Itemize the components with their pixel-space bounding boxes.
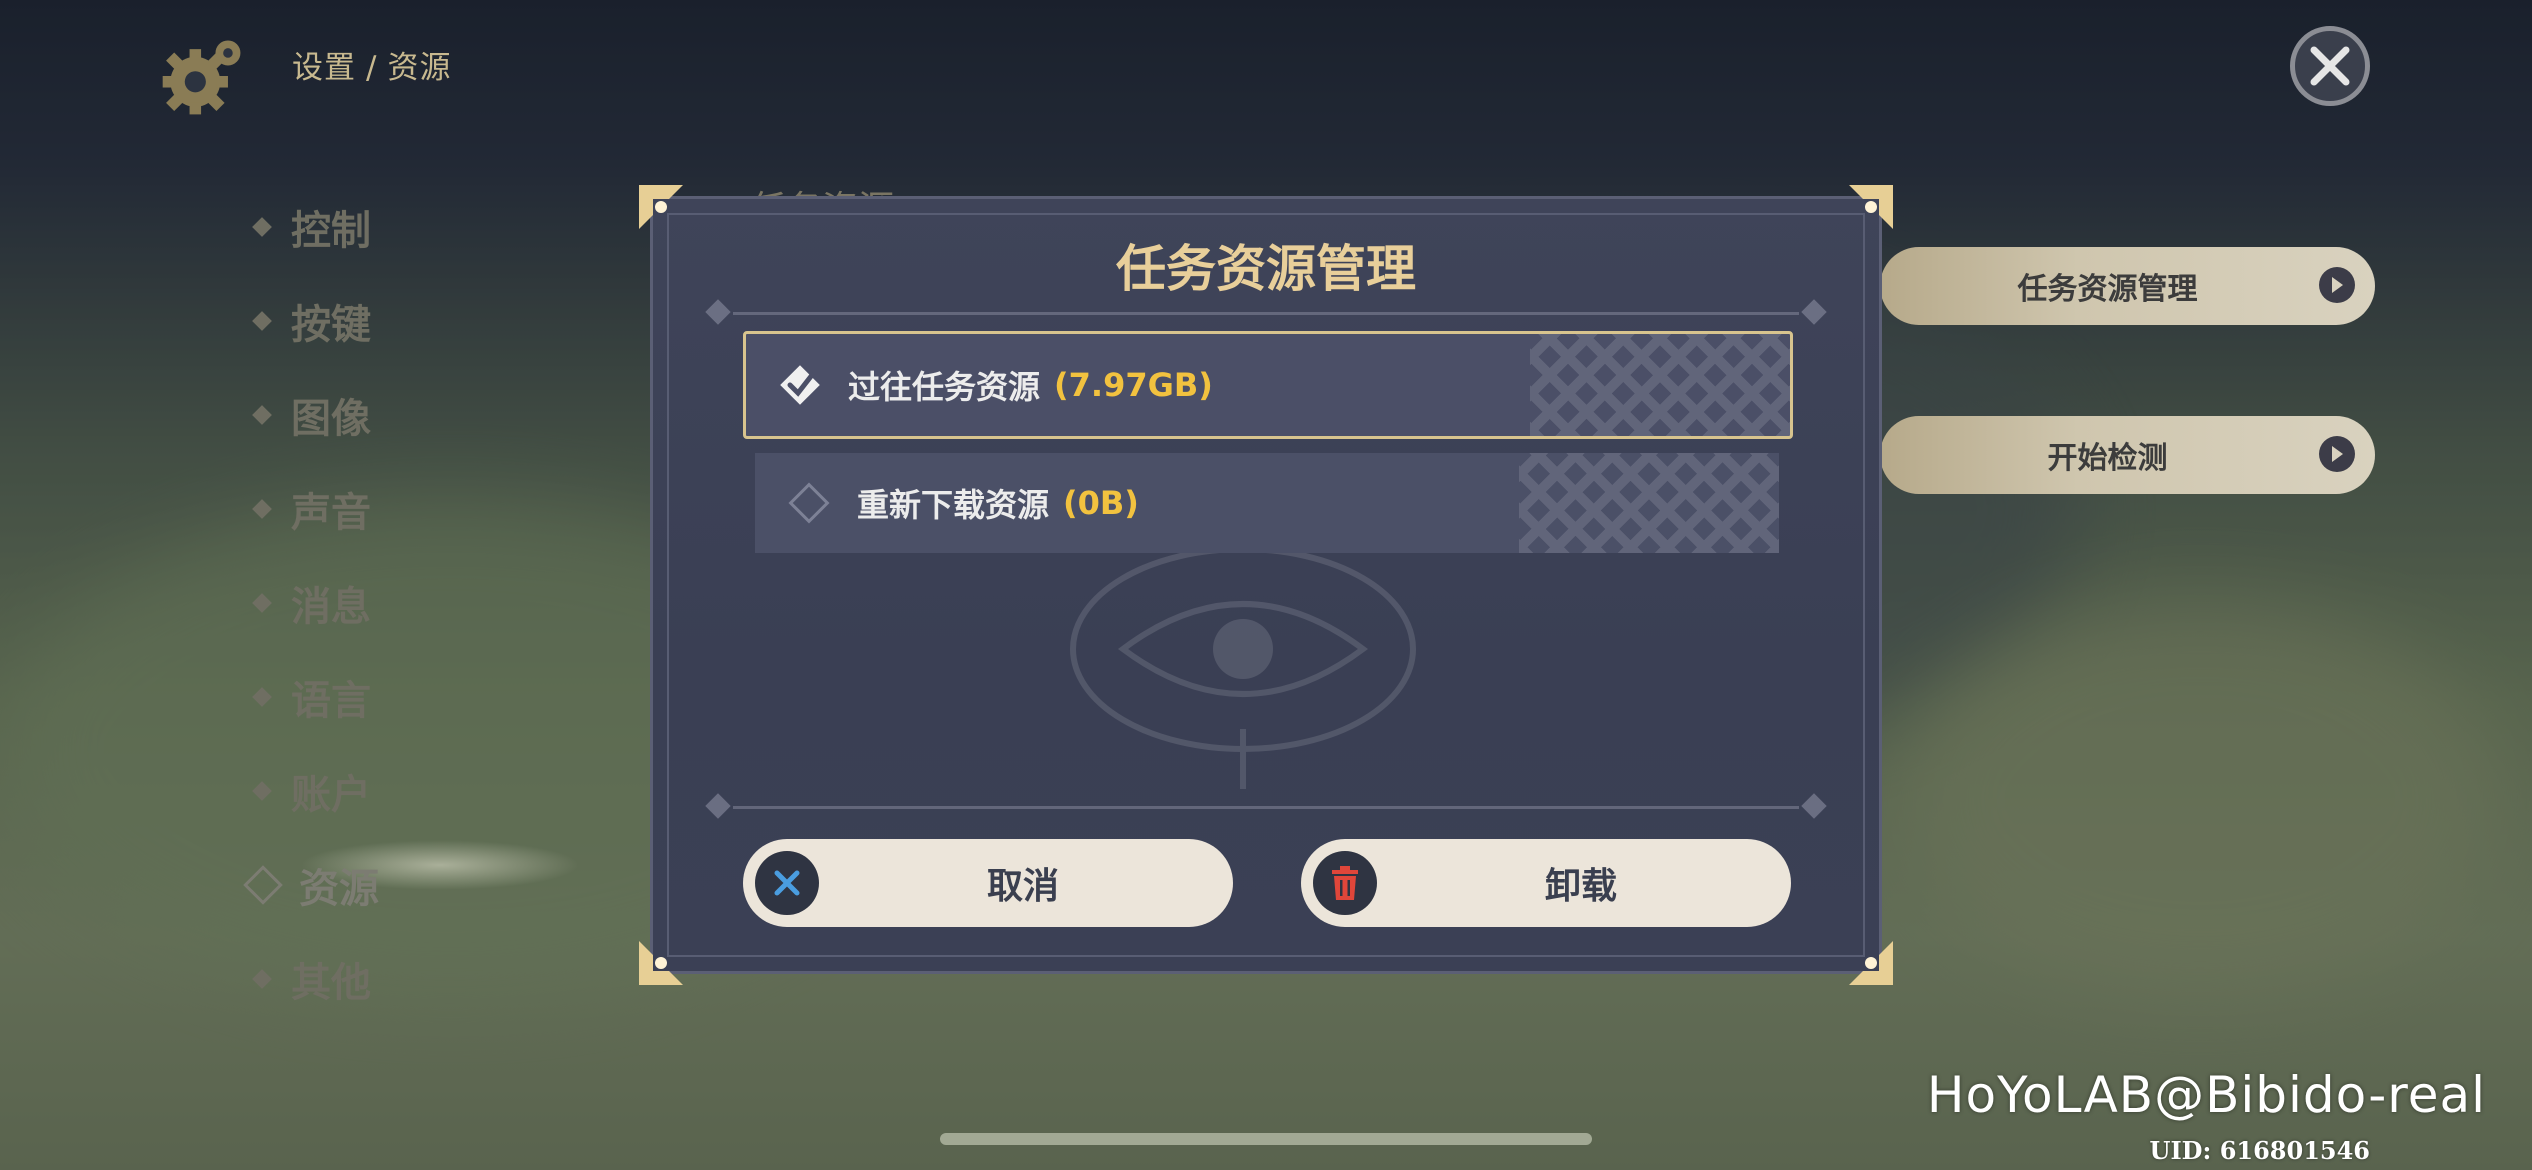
sidebar-item-label: 语言 [291, 678, 371, 724]
bullet-icon [252, 405, 272, 425]
emblem-watermark [1070, 546, 1416, 789]
sidebar-item-label: 控制 [291, 208, 371, 254]
uid-label: UID: 616801546 [2149, 1136, 2370, 1165]
checkbox-checked-icon[interactable] [776, 361, 824, 409]
arrow-right-icon [2319, 436, 2355, 472]
button-label: 开始检测 [2047, 441, 2168, 476]
trash-icon [1313, 851, 1377, 915]
bullet-icon [252, 781, 272, 801]
breadcrumb-current: 资源 [387, 50, 452, 86]
sidebar-item-keys[interactable]: 按键 [252, 274, 379, 368]
home-indicator[interactable] [940, 1133, 1592, 1145]
gear-icon [162, 40, 241, 115]
sidebar-item-audio[interactable]: 声音 [252, 462, 379, 556]
option-past-task-resources[interactable]: 过往任务资源 (7.97GB) [743, 331, 1793, 439]
sidebar-item-other[interactable]: 其他 [252, 932, 379, 1026]
sidebar-item-label: 图像 [291, 396, 371, 442]
uninstall-button[interactable]: 卸载 [1301, 839, 1791, 927]
bullet-icon [252, 311, 272, 331]
bullet-icon [252, 593, 272, 613]
watermark-handle: HoYoLAB@Bibido-real [1926, 1066, 2486, 1124]
x-icon [755, 851, 819, 915]
divider [705, 793, 1827, 819]
sidebar-item-graphics[interactable]: 图像 [252, 368, 379, 462]
button-label: 任务资源管理 [2017, 272, 2198, 307]
sidebar-item-label: 按键 [291, 302, 371, 348]
cancel-button[interactable]: 取消 [743, 839, 1233, 927]
sidebar-item-label: 声音 [291, 490, 371, 536]
option-label: 过往任务资源 [848, 368, 1041, 406]
button-label: 卸载 [1544, 866, 1617, 907]
option-redownload-resources[interactable]: 重新下载资源 (0B) [755, 453, 1779, 553]
sidebar-item-language[interactable]: 语言 [252, 650, 379, 744]
option-pattern [1519, 453, 1779, 553]
option-label: 重新下载资源 [857, 486, 1050, 524]
start-check-button[interactable]: 开始检测 [1880, 416, 2375, 494]
divider [705, 299, 1827, 325]
sidebar-item-label: 其他 [291, 960, 371, 1006]
dialog-title: 任务资源管理 [1116, 240, 1416, 298]
sidebar-item-resources[interactable]: 资源 [243, 838, 379, 932]
task-resource-manage-button[interactable]: 任务资源管理 [1880, 247, 2375, 325]
close-icon [2310, 46, 2350, 86]
button-label: 取消 [986, 866, 1059, 907]
bullet-icon [252, 969, 272, 989]
option-size: (7.97GB) [1054, 366, 1213, 404]
corner-ornament-icon [1849, 941, 1893, 985]
sidebar-item-messages[interactable]: 消息 [252, 556, 379, 650]
sidebar-item-label: 消息 [291, 584, 371, 630]
task-resource-dialog: 任务资源管理 过往任务资源 (7.97GB) 重新下载资源 (0B) 取消 卸载 [639, 185, 1893, 985]
corner-ornament-icon [1849, 185, 1893, 229]
close-button[interactable] [2290, 26, 2370, 106]
sidebar-item-label: 账户 [291, 772, 371, 818]
bullet-icon [252, 499, 272, 519]
bullet-icon [252, 217, 272, 237]
sidebar-item-account[interactable]: 账户 [252, 744, 379, 838]
option-size: (0B) [1063, 484, 1139, 522]
sidebar-item-control[interactable]: 控制 [252, 180, 379, 274]
option-pattern [1530, 334, 1790, 436]
checkbox-unchecked-icon[interactable] [785, 479, 833, 527]
arrow-right-icon [2319, 267, 2355, 303]
breadcrumb: 设置 / 资源 [292, 42, 461, 87]
sidebar-item-label: 资源 [299, 866, 379, 912]
breadcrumb-separator: / [366, 50, 378, 86]
sidebar: 控制 按键 图像 声音 消息 语言 账户 资源 其他 [243, 180, 379, 1026]
corner-ornament-icon [639, 185, 683, 229]
corner-ornament-icon [639, 941, 683, 985]
bullet-icon [252, 687, 272, 707]
breadcrumb-parent[interactable]: 设置 [292, 50, 356, 86]
